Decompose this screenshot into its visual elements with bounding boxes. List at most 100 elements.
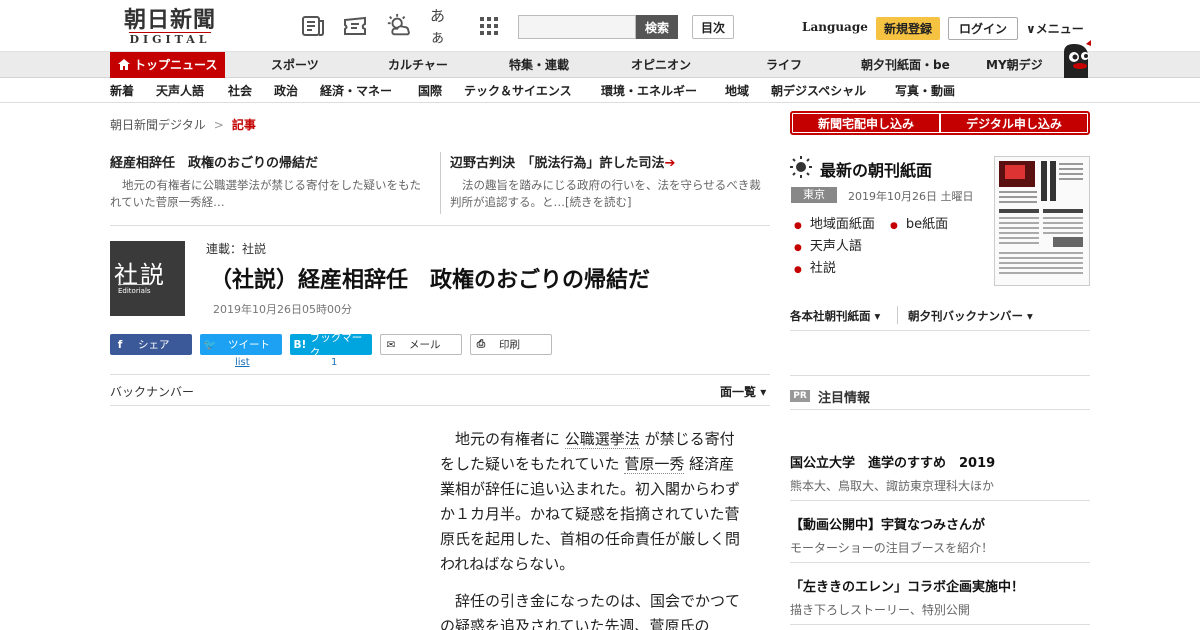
login-button[interactable]: ログイン — [948, 17, 1018, 40]
paper-link[interactable]: ● 地域面紙面 — [794, 213, 875, 232]
chevron-down-icon: ∨ — [1026, 22, 1036, 36]
gnav-item-features[interactable]: 特集・連載 — [509, 52, 569, 78]
editorial-thumbnail: 社説 Editorials — [110, 241, 185, 316]
divider — [790, 562, 1090, 563]
language-link[interactable]: Language — [802, 20, 868, 34]
pr-section-title: 注目情報 — [818, 391, 871, 406]
article-headline: （社説）経産相辞任 政権のおごりの帰結だ — [210, 268, 651, 293]
sun-icon — [789, 155, 813, 183]
twitter-share-button[interactable]: 🐦 ツイート — [200, 334, 282, 355]
related-title: 経産相辞任 政権のおごりの帰結だ — [110, 156, 319, 171]
share-label: ツイート — [228, 339, 270, 351]
divider — [110, 374, 770, 375]
gnav-item-life[interactable]: ライフ — [766, 52, 802, 78]
bullet-icon: ● — [794, 265, 802, 275]
site-logo[interactable]: 朝日新聞 DIGITAL — [110, 8, 230, 48]
breadcrumb-home[interactable]: 朝日新聞デジタル — [110, 118, 206, 132]
subscribe-paper-button[interactable]: 新聞宅配申し込み — [793, 114, 939, 132]
breadcrumb-current: 記事 — [231, 118, 256, 132]
gnav-item-paper[interactable]: 朝夕刊紙面・be — [861, 52, 950, 78]
hatena-icon: B! — [293, 338, 307, 351]
keyword-link[interactable]: 菅原一秀 — [624, 455, 685, 474]
paper-link[interactable]: ● be紙面 — [890, 213, 948, 232]
home-icon — [118, 59, 130, 70]
pr-item-subtitle: 描き下ろしストーリー、特別公開 — [790, 603, 970, 617]
mail-share-button[interactable]: ✉ メール — [380, 334, 462, 355]
article-date: 2019年10月26日05時00分 — [213, 303, 352, 316]
search-input[interactable] — [518, 15, 636, 39]
search-button[interactable]: 検索 — [636, 15, 678, 39]
related-summary: 地元の有権者に公職選挙法が禁じる寄付をした疑いをもたれていた菅原一秀経… — [110, 178, 421, 209]
facebook-share-button[interactable]: f シェア — [110, 334, 192, 355]
global-nav: トップニュース スポーツ カルチャー 特集・連載 オピニオン ライフ 朝夕刊紙面… — [0, 52, 1200, 78]
register-button[interactable]: 新規登録 — [876, 17, 940, 40]
subscribe-digital-button[interactable]: デジタル申し込み — [941, 114, 1087, 132]
subnav-item[interactable]: 政治 — [274, 82, 298, 99]
subnav-item[interactable]: 国際 — [418, 82, 442, 99]
subnav-item[interactable]: 社会 — [228, 82, 252, 99]
paper-link[interactable]: ● 社説 — [794, 257, 836, 276]
menu-button[interactable]: ∨メニュー — [1026, 20, 1084, 37]
share-label: 印刷 — [499, 339, 520, 351]
subnav-item[interactable]: 地域 — [725, 82, 749, 99]
related-title: 辺野古判決 「脱法行為」許した司法➔ — [450, 156, 676, 171]
pr-badge: PR — [790, 390, 810, 402]
top-header: 朝日新聞 DIGITAL あぁ 検索 目次 Language 新規登録 ログイン… — [0, 0, 1200, 52]
logo-text-en: DIGITAL — [129, 32, 211, 46]
breadcrumb: 朝日新聞デジタル > 記事 — [110, 116, 256, 133]
subnav-item[interactable]: 天声人語 — [156, 82, 204, 99]
page-list-dropdown[interactable]: 面一覧 ▾ — [720, 383, 766, 400]
page-list-label: 面一覧 — [720, 385, 757, 399]
ticket-icon[interactable] — [342, 14, 368, 38]
back-number-link[interactable]: バックナンバー — [110, 383, 194, 400]
pr-item[interactable]: 国公立大学 進学のすすめ 2019 熊本大、鳥取大、諏訪東京理科大ほか — [790, 452, 1090, 494]
hatena-count[interactable]: 1 — [331, 357, 337, 368]
pr-item[interactable]: 【動画公開中】宇賀なつみさんが モーターショーの注目ブースを紹介！ — [790, 514, 1090, 556]
subnav-item[interactable]: テック＆サイエンス — [464, 82, 572, 99]
regional-paper-dropdown[interactable]: 各本社朝刊紙面 ▾ — [790, 308, 880, 324]
twitter-icon: 🐦 — [203, 339, 217, 351]
apps-grid-icon[interactable] — [476, 14, 502, 38]
subnav-item[interactable]: 経済・マネー — [320, 82, 392, 99]
article-paragraph: 辞任の引き金になったのは、国会でかつての疑惑を追及されていた先週、菅原氏の — [440, 592, 741, 630]
divider — [110, 225, 770, 226]
paper-link[interactable]: ● 天声人語 — [794, 235, 862, 254]
gnav-item-top-news[interactable]: トップニュース — [110, 52, 226, 78]
newspaper-thumbnail[interactable] — [994, 156, 1090, 286]
mascot-icon[interactable] — [1060, 40, 1094, 80]
twitter-count-link[interactable]: list — [235, 357, 250, 368]
pr-item[interactable]: 「左ききのエレン」コラボ企画実施中！ 描き下ろしストーリー、特別公開 — [790, 576, 1090, 618]
bullet-icon: ● — [794, 221, 802, 231]
weather-icon[interactable] — [386, 13, 412, 38]
pr-item-subtitle: 熊本大、鳥取大、諏訪東京理科大ほか — [790, 479, 995, 493]
gnav-label: トップニュース — [134, 58, 218, 72]
divider — [897, 306, 898, 324]
divider — [790, 375, 1090, 376]
toc-button[interactable]: 目次 — [692, 15, 734, 39]
gnav-item-my[interactable]: MY朝デジ — [986, 52, 1043, 78]
article-body: 地元の有権者に 公職選挙法 が禁じる寄付をした疑いをもたれていた 菅原一秀 経済… — [440, 427, 748, 630]
series-label[interactable]: 連載：社説 — [206, 240, 266, 257]
mail-icon: ✉ — [386, 338, 396, 351]
subnav-item[interactable]: 朝デジスペシャル — [771, 82, 866, 99]
hatena-bookmark-button[interactable]: B! ブックマーク — [290, 332, 372, 359]
back-number-dropdown[interactable]: 朝夕刊バックナンバー ▾ — [908, 308, 1033, 324]
gnav-item-culture[interactable]: カルチャー — [388, 52, 448, 78]
print-button[interactable]: ⎙ 印刷 — [470, 334, 552, 355]
printer-icon: ⎙ — [476, 338, 486, 350]
facebook-icon: f — [117, 338, 123, 351]
triangle-down-icon: ▾ — [1027, 309, 1033, 323]
subnav-item[interactable]: 環境・エネルギー — [601, 82, 697, 99]
related-article[interactable]: 辺野古判決 「脱法行為」許した司法➔ 法の趣旨を踏みにじる政府の行いを、法を守ら… — [450, 152, 770, 211]
font-size-icon[interactable]: あぁ — [430, 7, 456, 46]
divider — [790, 409, 1090, 410]
newspaper-icon[interactable] — [300, 14, 326, 38]
sub-nav: 新着 天声人語 社会 政治 経済・マネー 国際 テック＆サイエンス 環境・エネル… — [0, 79, 1200, 103]
subnav-item[interactable]: 新着 — [110, 82, 134, 99]
article-paragraph: 地元の有権者に 公職選挙法 が禁じる寄付をした疑いをもたれていた 菅原一秀 経済… — [440, 430, 741, 573]
gnav-item-sports[interactable]: スポーツ — [271, 52, 319, 78]
related-article[interactable]: 経産相辞任 政権のおごりの帰結だ 地元の有権者に公職選挙法が禁じる寄付をした疑い… — [110, 152, 430, 211]
gnav-item-opinion[interactable]: オピニオン — [631, 52, 691, 78]
keyword-link[interactable]: 公職選挙法 — [564, 430, 640, 449]
subnav-item[interactable]: 写真・動画 — [895, 82, 955, 99]
